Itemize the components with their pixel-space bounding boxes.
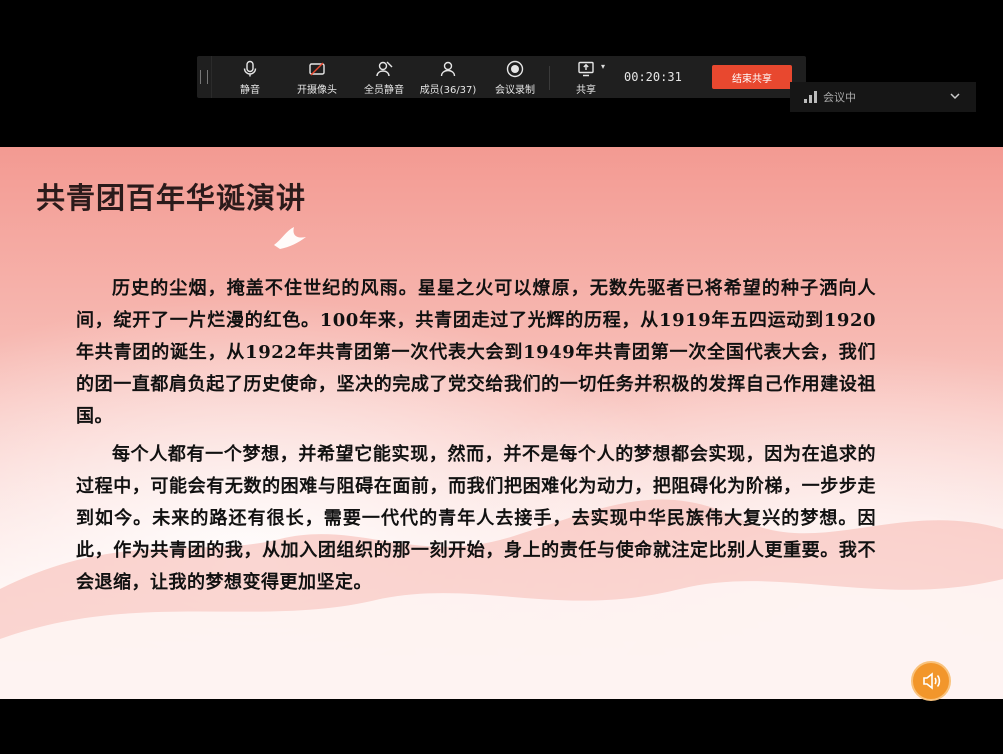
shared-slide: 共青团百年华诞演讲 历史的尘烟，掩盖不住世纪的风雨。星星之火可以燎原，无数先驱者… (0, 147, 1003, 699)
slide-title: 共青团百年华诞演讲 (36, 181, 307, 215)
record-label: 会议录制 (495, 85, 535, 96)
slide-paragraph-2: 每个人都有一个梦想，并希望它能实现，然而，并不是每个人的梦想都会实现，因为在追求… (76, 444, 876, 593)
speaker-button[interactable] (911, 661, 951, 701)
meeting-status[interactable]: 会议中 (790, 82, 976, 112)
camera-label: 开摄像头 (297, 85, 337, 96)
meeting-timer: 00:20:31 (624, 70, 682, 84)
speaker-icon (923, 672, 941, 690)
camera-off-icon (309, 62, 325, 76)
end-share-button[interactable]: 结束共享 (712, 65, 792, 89)
members-button[interactable]: 成员(36/37) (418, 60, 478, 96)
share-caret-icon[interactable]: ▾ (601, 62, 605, 71)
record-icon (506, 60, 524, 78)
meeting-status-label: 会议中 (823, 91, 856, 104)
share-button[interactable]: 共享 (571, 60, 601, 96)
grip-icon[interactable] (197, 56, 212, 98)
toolbar-divider (549, 66, 550, 90)
share-label: 共享 (576, 85, 596, 96)
mute-all-button[interactable]: 全员静音 (361, 60, 407, 96)
members-label: 成员(36/37) (419, 85, 477, 96)
mute-all-icon (376, 61, 393, 77)
record-button[interactable]: 会议录制 (491, 60, 539, 96)
members-icon (440, 61, 456, 77)
slide-body: 历史的尘烟，掩盖不住世纪的风雨。星星之火可以燎原，无数先驱者已将希望的种子洒向人… (76, 273, 876, 599)
dove-icon (274, 227, 306, 249)
chevron-down-icon[interactable] (948, 89, 962, 103)
share-screen-icon (578, 61, 594, 77)
mute-button[interactable]: 静音 (235, 60, 265, 96)
signal-icon (804, 91, 817, 103)
microphone-icon (243, 60, 257, 77)
mute-all-label: 全员静音 (364, 85, 404, 96)
meeting-toolbar: 静音 开摄像头 全员静音 成员(36/37) 会议录制 共享 ▾ 00:20:3… (197, 56, 806, 98)
camera-button[interactable]: 开摄像头 (294, 60, 340, 96)
mute-label: 静音 (240, 85, 260, 96)
slide-paragraph-1: 历史的尘烟，掩盖不住世纪的风雨。星星之火可以燎原，无数先驱者已将希望的种子洒向人… (76, 278, 876, 427)
